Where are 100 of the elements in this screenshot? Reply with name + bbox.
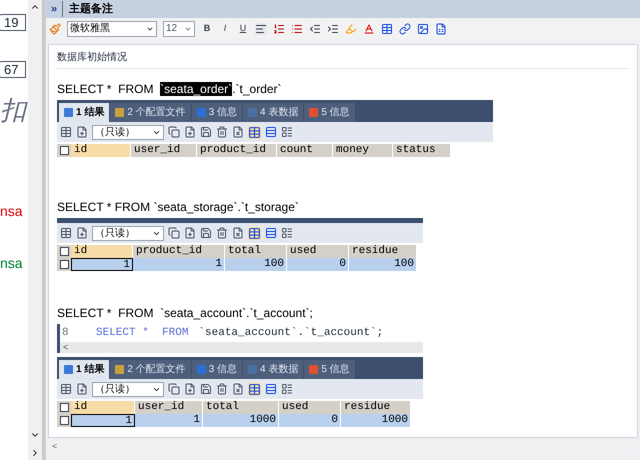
result-tab[interactable]: 1 结果 [59,360,110,379]
column-header[interactable]: count [277,144,333,157]
column-header[interactable]: money [333,144,393,157]
result-tab[interactable]: 3 信息 [192,103,242,122]
table-cell: 1000 [203,414,279,427]
copy-icon[interactable] [168,126,180,138]
handwritten-glyph: 扣 [0,98,26,124]
trash-icon[interactable] [216,126,228,138]
trash-icon[interactable] [216,383,228,395]
number-badge: 67 [0,61,26,78]
paintbrush-icon[interactable] [49,22,61,34]
horizontal-scrollbar[interactable]: < [60,342,423,353]
form-view-icon[interactable] [265,383,277,395]
table-cell: 0 [279,414,341,427]
trash-icon[interactable] [216,227,228,239]
result-tab[interactable]: 1 结果 [59,103,110,122]
column-header[interactable]: id [71,401,135,414]
row-checkbox[interactable] [60,260,68,269]
column-header[interactable]: total [203,401,279,414]
font-color-icon[interactable] [363,22,375,34]
mode-select[interactable]: （只读） [92,124,164,140]
code-text: SELECT * FROM [96,326,188,341]
mode-select[interactable]: （只读） [92,382,164,396]
table-cell: 1 [71,414,135,427]
collapse-toggle[interactable]: » [46,0,64,18]
select-all-checkbox[interactable] [60,146,68,155]
vertical-scrollbar[interactable] [28,0,42,460]
form-view-icon[interactable] [265,126,277,138]
result-tab[interactable]: 5 信息 [304,360,355,379]
table-cell: 1000 [341,414,411,427]
mode-select[interactable]: （只读） [92,226,164,240]
tab-icon [115,108,124,117]
table-cell: 1 [71,258,133,271]
tab-icon [309,365,318,374]
fragment-text: nsa [0,204,23,218]
tab-icon [248,365,258,374]
line-number: 8 [61,326,70,341]
table-cell: 100 [225,258,287,271]
number-badge: 19 [0,14,26,31]
bold-button[interactable]: B [201,22,213,36]
column-header[interactable]: id [71,245,133,258]
grid-view-icon[interactable] [248,126,261,138]
align-left-icon[interactable] [255,22,267,34]
result-tab[interactable]: 4 表数据 [243,360,304,379]
numbered-list-icon[interactable] [273,22,285,34]
column-header[interactable]: status [393,144,451,157]
text-view-icon[interactable] [281,383,293,395]
form-view-icon[interactable] [265,227,277,239]
column-header[interactable]: used [279,401,341,414]
sql-query: SELECT * FROM `seata_account`.`t_account`; [57,305,314,321]
link-icon[interactable] [399,22,411,34]
grid-icon[interactable] [60,126,72,138]
result-tab[interactable]: 3 信息 [192,360,242,379]
image-icon[interactable] [417,22,429,34]
grid-view-icon[interactable] [248,226,261,240]
panel-title: 主题备注 [68,2,114,17]
result-tab[interactable]: 4 表数据 [243,103,304,122]
code-text: `seata_account`.`t_account`; [198,326,384,341]
column-header[interactable]: user_id [131,144,197,157]
sheet-icon[interactable] [435,22,447,34]
column-header[interactable]: product_id [133,245,225,258]
outdent-icon[interactable] [309,22,321,34]
tab-icon [196,365,206,374]
grid-icon[interactable] [60,383,72,395]
font-select[interactable]: 微软雅黑 [67,20,157,36]
save-icon[interactable] [200,383,212,395]
grid-view-icon[interactable] [248,382,261,396]
grid-icon[interactable] [60,227,72,239]
sql-query: SELECT * FROM `seata_storage`.`t_storage` [57,199,300,215]
fragment-text: nsa [0,256,23,270]
size-select[interactable]: 12 [163,20,195,36]
result-tab[interactable]: 2 个配置文件 [110,103,191,122]
text-view-icon[interactable] [281,126,293,138]
text-view-icon[interactable] [281,227,293,239]
column-header[interactable]: used [287,245,349,258]
table-cell: 1 [133,258,225,271]
column-header[interactable]: id [71,144,131,157]
indent-icon[interactable] [327,22,339,34]
select-all-checkbox[interactable] [60,247,68,256]
save-icon[interactable] [200,126,212,138]
column-header[interactable]: residue [349,245,417,258]
underline-button[interactable]: U [237,22,249,36]
italic-button[interactable]: I [219,22,231,36]
tab-icon [115,365,124,374]
tab-icon [64,365,73,374]
column-header[interactable]: user_id [135,401,203,414]
sql-query: SELECT * FROM `seata_order`.`t_order` [57,81,283,97]
column-header[interactable]: total [225,245,287,258]
column-header[interactable]: residue [341,401,411,414]
table-icon[interactable] [381,22,393,34]
save-icon[interactable] [200,227,212,239]
copy-icon[interactable] [168,383,180,395]
copy-icon[interactable] [168,227,180,239]
row-checkbox[interactable] [60,416,68,425]
table-cell: 0 [287,258,349,271]
column-header[interactable]: product_id [197,144,277,157]
tab-icon [64,108,73,117]
result-tab[interactable]: 2 个配置文件 [110,360,191,379]
select-all-checkbox[interactable] [60,403,68,412]
result-tab[interactable]: 5 信息 [304,103,355,122]
